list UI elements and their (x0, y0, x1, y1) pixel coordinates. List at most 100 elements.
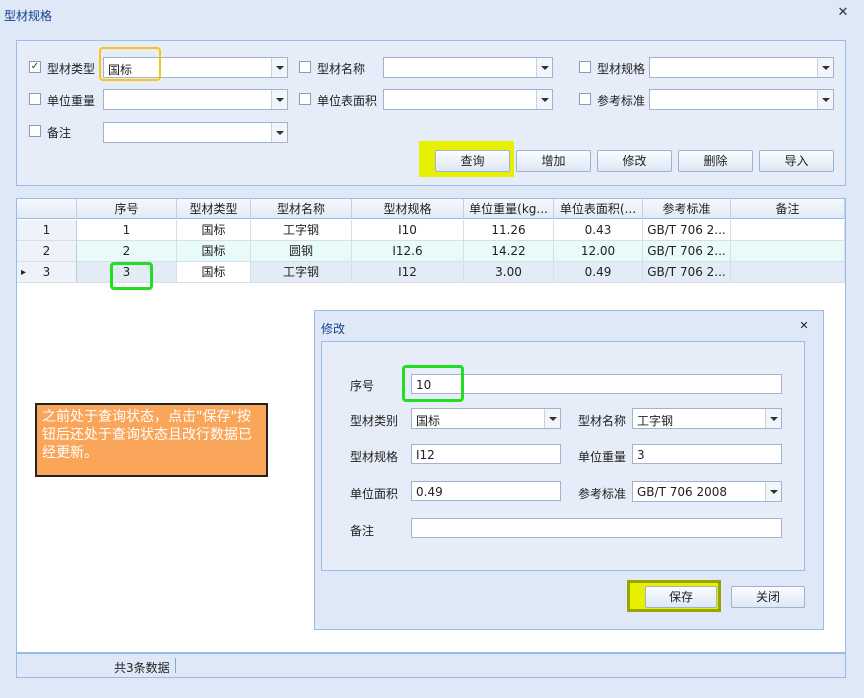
cell-remark[interactable] (731, 220, 845, 241)
column-header[interactable]: 型材名称 (251, 199, 352, 219)
cell-standard[interactable]: GB/T 706 2... (643, 220, 731, 241)
close-icon[interactable]: ✕ (836, 6, 850, 20)
unit-weight-label: 单位重量 (578, 450, 627, 464)
cell-name[interactable]: 工字钢 (251, 220, 352, 241)
remark-field[interactable] (411, 518, 782, 538)
spec-field[interactable]: I12 (411, 444, 561, 464)
record-count: 共3条数据 (114, 661, 170, 675)
cell-remark[interactable] (731, 241, 845, 262)
cell-standard[interactable]: GB/T 706 2... (643, 262, 731, 283)
cell-type[interactable]: 国标 (177, 220, 251, 241)
chevron-down-icon[interactable] (817, 90, 833, 109)
remark-combo[interactable] (103, 122, 288, 143)
cell-unit-area[interactable]: 0.43 (554, 220, 643, 241)
chevron-down-icon[interactable] (817, 58, 833, 77)
chevron-down-icon[interactable] (765, 409, 781, 428)
type-label: 型材类型 (47, 62, 96, 76)
row-number: 1 (17, 220, 77, 241)
query-button[interactable]: 查询 (435, 150, 510, 172)
cell-seq[interactable]: 1 (77, 220, 177, 241)
spec-combo[interactable] (649, 57, 834, 78)
table-row[interactable]: 2 2 国标 圆钢 I12.6 14.22 12.00 GB/T 706 2..… (17, 241, 845, 262)
edit-button[interactable]: 修改 (597, 150, 672, 172)
standard-combo[interactable]: GB/T 706 2008 (632, 481, 782, 502)
column-header[interactable]: 型材类型 (177, 199, 251, 219)
chevron-down-icon[interactable] (271, 123, 287, 142)
unit-area-label: 单位面积 (350, 487, 399, 501)
cell-name[interactable]: 工字钢 (251, 262, 352, 283)
unit-area-checkbox[interactable] (299, 93, 311, 105)
dialog-title: 修改 (321, 322, 346, 336)
close-button[interactable]: 关闭 (731, 586, 805, 608)
cell-spec[interactable]: I12 (352, 262, 464, 283)
cell-unit-area[interactable]: 12.00 (554, 241, 643, 262)
current-row-icon: ▸ (21, 267, 27, 278)
column-header[interactable]: 型材规格 (352, 199, 464, 219)
chevron-down-icon[interactable] (765, 482, 781, 501)
unit-weight-field[interactable]: 3 (632, 444, 782, 464)
cell-unit-area[interactable]: 0.49 (554, 262, 643, 283)
column-header[interactable]: 参考标准 (643, 199, 731, 219)
chevron-down-icon[interactable] (536, 90, 552, 109)
annotation-note: 之前处于查询状态，点击"保存"按钮后还处于查询状态且改行数据已经更新。 (35, 403, 268, 477)
row-number: 2 (17, 241, 77, 262)
column-header[interactable]: 单位表面积(... (554, 199, 643, 219)
edit-dialog: 修改 ✕ 序号 10 型材类别 国标 型材名称 工字钢 型材规格 I12 单位重… (314, 310, 824, 630)
table-row[interactable]: 1 1 国标 工字钢 I10 11.26 0.43 GB/T 706 2... (17, 220, 845, 241)
close-icon[interactable]: ✕ (797, 319, 811, 333)
cell-spec[interactable]: I12.6 (352, 241, 464, 262)
cell-name[interactable]: 圆钢 (251, 241, 352, 262)
cell-unit-weight[interactable]: 11.26 (464, 220, 554, 241)
cell-unit-weight[interactable]: 14.22 (464, 241, 554, 262)
cell-type[interactable]: 国标 (177, 241, 251, 262)
name-label: 型材名称 (317, 62, 366, 76)
chevron-down-icon[interactable] (271, 58, 287, 77)
cell-unit-weight[interactable]: 3.00 (464, 262, 554, 283)
chevron-down-icon[interactable] (544, 409, 560, 428)
remark-label: 备注 (350, 524, 375, 538)
window-title: 型材规格 (4, 9, 53, 23)
name-checkbox[interactable] (299, 61, 311, 73)
category-combo[interactable]: 国标 (411, 408, 561, 429)
cell-seq[interactable]: 2 (77, 241, 177, 262)
highlight-box (402, 365, 464, 402)
dialog-form: 序号 10 型材类别 国标 型材名称 工字钢 型材规格 I12 单位重量 3 单… (321, 341, 805, 571)
unit-weight-combo[interactable] (103, 89, 288, 110)
status-bar: 共3条数据 (16, 653, 846, 678)
save-button[interactable]: 保存 (645, 586, 717, 608)
highlight-box (99, 47, 161, 81)
row-number: ▸ 3 (17, 262, 77, 283)
delete-button[interactable]: 删除 (678, 150, 753, 172)
remark-checkbox[interactable] (29, 125, 41, 137)
column-header[interactable]: 备注 (731, 199, 845, 219)
column-header[interactable]: 单位重量(kg... (464, 199, 554, 219)
chevron-down-icon[interactable] (271, 90, 287, 109)
cell-spec[interactable]: I10 (352, 220, 464, 241)
chevron-down-icon[interactable] (536, 58, 552, 77)
unit-area-field[interactable]: 0.49 (411, 481, 561, 501)
standard-checkbox[interactable] (579, 93, 591, 105)
name-combo[interactable] (383, 57, 553, 78)
row-header-corner (17, 199, 77, 219)
cell-standard[interactable]: GB/T 706 2... (643, 241, 731, 262)
standard-label: 参考标准 (578, 487, 627, 501)
unit-area-combo[interactable] (383, 89, 553, 110)
spec-label: 型材规格 (597, 62, 646, 76)
seq-label: 序号 (350, 379, 375, 393)
type-checkbox[interactable]: ✓ (29, 61, 41, 73)
unit-area-label: 单位表面积 (317, 94, 378, 108)
cell-type[interactable]: 国标 (177, 262, 251, 283)
column-header[interactable]: 序号 (77, 199, 177, 219)
spec-checkbox[interactable] (579, 61, 591, 73)
filter-panel: ✓ 型材类型 国标 型材名称 型材规格 单位重量 单位表面积 参考标准 备注 查… (16, 40, 846, 186)
unit-weight-label: 单位重量 (47, 94, 96, 108)
cell-remark[interactable] (731, 262, 845, 283)
seq-field[interactable]: 10 (411, 374, 782, 394)
name-combo[interactable]: 工字钢 (632, 408, 782, 429)
add-button[interactable]: 增加 (516, 150, 591, 172)
name-label: 型材名称 (578, 414, 627, 428)
import-button[interactable]: 导入 (759, 150, 834, 172)
unit-weight-checkbox[interactable] (29, 93, 41, 105)
category-label: 型材类别 (350, 414, 399, 428)
standard-combo[interactable] (649, 89, 834, 110)
